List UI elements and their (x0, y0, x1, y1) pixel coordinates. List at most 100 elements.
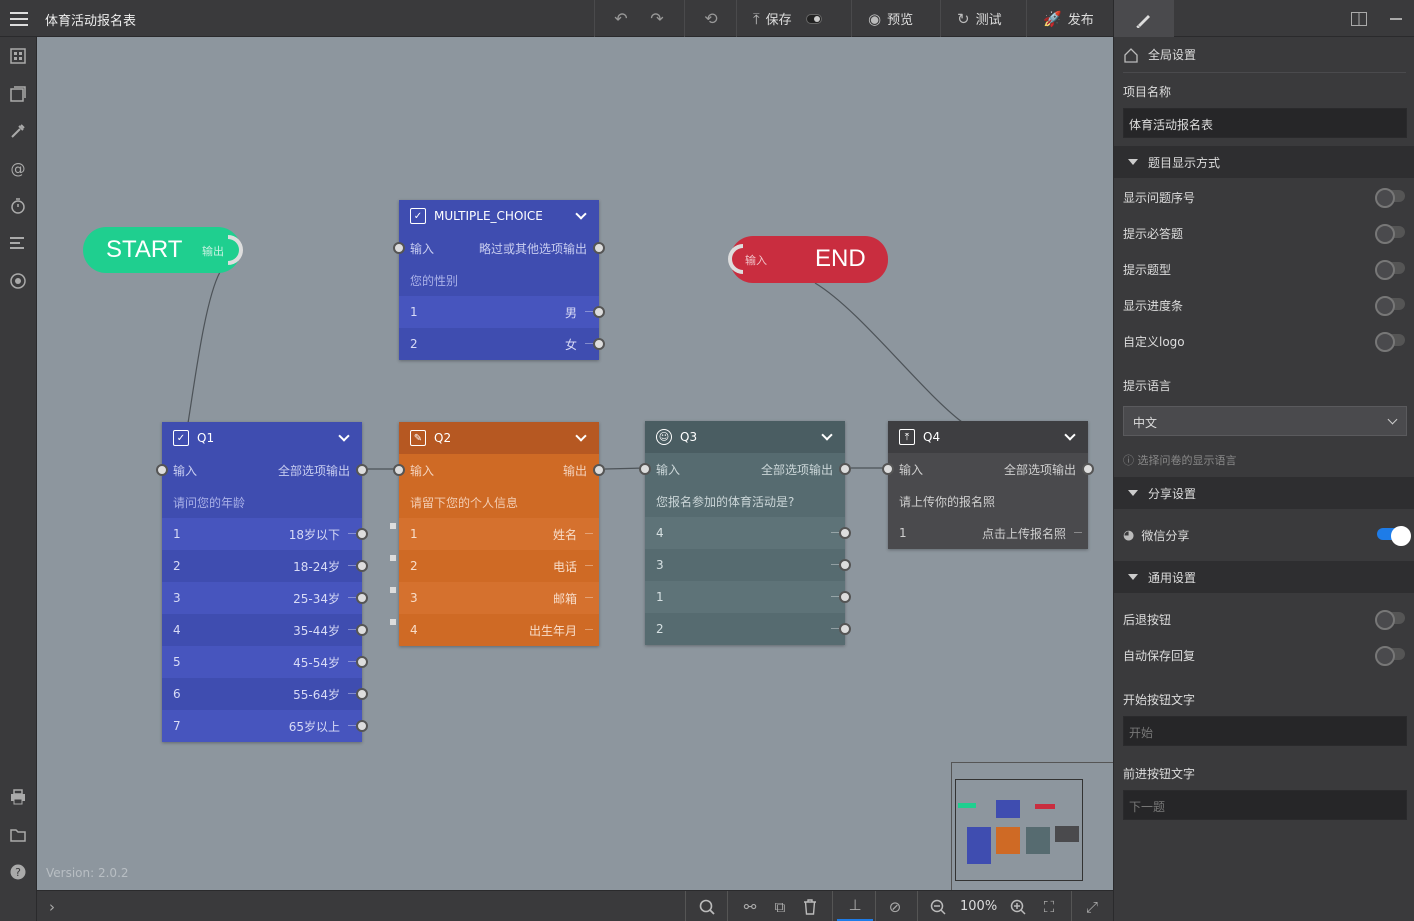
global-settings-header[interactable]: 全局设置 (1123, 46, 1196, 63)
output-port[interactable] (356, 464, 368, 476)
node-q2[interactable]: ✎ Q2 输入 输出 请留下您的个人信息 1 姓名 2 电话 3 邮箱 4 出生年月 (393, 422, 605, 646)
toggle-required[interactable] (1375, 224, 1405, 244)
grid-icon[interactable] (9, 47, 27, 65)
publish-button[interactable]: 🚀 发布 (1027, 0, 1110, 37)
output-port[interactable] (1082, 463, 1094, 475)
option-port[interactable] (839, 591, 851, 603)
eyedropper-icon[interactable] (9, 122, 27, 140)
node-header[interactable]: ✓ MULTIPLE_CHOICE (399, 200, 599, 232)
gallery-icon[interactable] (9, 85, 27, 103)
node-header[interactable]: ✓ Q1 (162, 422, 362, 454)
help-icon[interactable]: ? (9, 863, 27, 881)
chevron-down-icon[interactable] (575, 208, 587, 220)
option-port[interactable] (356, 560, 368, 572)
split-view-icon[interactable] (1351, 12, 1367, 29)
toggle-wechat-share[interactable] (1377, 526, 1411, 546)
duplicate-icon[interactable]: ⧉ (765, 891, 795, 921)
smiley-icon: ☺ (656, 429, 672, 445)
node-header[interactable]: ☺ Q3 (645, 421, 845, 453)
project-name-input[interactable]: 体育活动报名表 (1123, 108, 1407, 138)
option-port[interactable] (356, 592, 368, 604)
chevron-down-icon[interactable] (575, 430, 587, 442)
input-port[interactable] (882, 463, 894, 475)
start-node[interactable]: START 输出 (83, 227, 243, 273)
plugin-icon[interactable] (9, 272, 27, 290)
at-sign-icon[interactable]: @ (9, 160, 27, 178)
option-port[interactable] (356, 720, 368, 732)
test-button[interactable]: ↻ 测试 (941, 0, 1018, 37)
input-port[interactable] (393, 464, 405, 476)
option-port[interactable] (839, 559, 851, 571)
node-header[interactable]: ⤒ Q4 (888, 421, 1088, 453)
toggle-back-button[interactable] (1375, 610, 1405, 630)
section-display[interactable]: 题目显示方式 (1114, 146, 1414, 178)
node-header[interactable]: ✎ Q2 (399, 422, 599, 454)
save-button[interactable]: ⤒ 保存 (737, 0, 838, 37)
redo-icon[interactable]: ↷ (639, 0, 675, 37)
preview-button[interactable]: ◉ 预览 (852, 0, 929, 37)
zoom-out-icon[interactable] (923, 891, 953, 921)
bottom-toolbar: › ⚯ ⧉ ⊥ ⊘ 100% ⛶ ⤢ (37, 890, 1113, 921)
reset-icon[interactable]: ⟲ (693, 0, 729, 37)
align-icon[interactable]: ⊥ (837, 891, 873, 921)
undo-icon[interactable]: ↶ (603, 0, 639, 37)
minimap-q2 (996, 827, 1020, 854)
node-q1[interactable]: ✓ Q1 输入 全部选项输出 请问您的年龄 1 18岁以下 2 18-24岁 3 25… (156, 422, 368, 742)
minimap[interactable] (951, 762, 1113, 890)
fullscreen-icon[interactable]: ⤢ (1077, 891, 1107, 921)
hide-icon[interactable]: ⊘ (880, 891, 910, 921)
trash-icon[interactable] (795, 891, 825, 921)
hamburger-menu-icon[interactable] (0, 0, 37, 37)
zoom-level: 100% (960, 899, 998, 914)
end-node[interactable]: 输入 END (728, 236, 888, 283)
section-share[interactable]: 分享设置 (1114, 477, 1414, 509)
autosave-label: 自动保存回复 (1123, 649, 1196, 663)
output-port[interactable] (593, 242, 605, 254)
start-text-input[interactable]: 开始 (1123, 716, 1407, 746)
link-icon[interactable]: ⚯ (735, 891, 765, 921)
input-port[interactable] (639, 463, 651, 475)
checkbox-icon: ✓ (410, 208, 426, 224)
brush-icon[interactable] (1114, 0, 1174, 37)
toggle-progress[interactable] (1375, 296, 1405, 316)
toggle-custom-logo[interactable] (1375, 332, 1405, 352)
autosave-toggle[interactable] (805, 13, 822, 24)
folder-icon[interactable] (9, 826, 27, 844)
node-q3[interactable]: ☺ Q3 输入 全部选项输出 您报名参加的体育活动是? 4 3 1 2 (639, 421, 851, 645)
option-port[interactable] (593, 306, 605, 318)
language-select[interactable]: 中文 (1123, 406, 1407, 436)
option-port[interactable] (839, 623, 851, 635)
option-port[interactable] (356, 624, 368, 636)
section-general[interactable]: 通用设置 (1114, 561, 1414, 593)
output-port[interactable] (593, 464, 605, 476)
toggle-autosave[interactable] (1375, 646, 1405, 666)
minimize-icon[interactable] (1390, 18, 1402, 20)
node-q4[interactable]: ⤒ Q4 输入 全部选项输出 请上传你的报名照 1 点击上传报名照 (882, 421, 1094, 549)
chevron-right-icon[interactable]: › (37, 891, 67, 921)
toggle-question-number[interactable] (1375, 188, 1405, 208)
chevron-down-icon[interactable] (821, 429, 833, 441)
input-port[interactable] (393, 242, 405, 254)
zoom-in-icon[interactable] (1003, 891, 1033, 921)
input-port[interactable] (156, 464, 168, 476)
search-icon[interactable] (692, 891, 722, 921)
text-align-icon[interactable] (9, 234, 27, 252)
checkbox-icon: ✓ (173, 430, 189, 446)
option-port[interactable] (593, 338, 605, 350)
fit-screen-icon[interactable]: ⛶ (1034, 891, 1064, 921)
print-icon[interactable] (9, 788, 27, 806)
chevron-down-icon[interactable] (338, 430, 350, 442)
option-port[interactable] (839, 527, 851, 539)
option-port[interactable] (356, 688, 368, 700)
chevron-down-icon[interactable] (1064, 429, 1076, 441)
toggle-question-type[interactable] (1375, 260, 1405, 280)
timer-icon[interactable] (9, 197, 27, 215)
node-multiple-choice[interactable]: ✓ MULTIPLE_CHOICE 输入 略过或其他选项输出 您的性别 1男 2… (393, 200, 605, 360)
option-port[interactable] (356, 528, 368, 540)
edit-form-icon: ✎ (410, 430, 426, 446)
next-text-input[interactable]: 下一题 (1123, 790, 1407, 820)
version-label: Version: 2.0.2 (46, 866, 129, 880)
output-port[interactable] (839, 463, 851, 475)
minimap-end (1035, 804, 1055, 809)
option-port[interactable] (356, 656, 368, 668)
